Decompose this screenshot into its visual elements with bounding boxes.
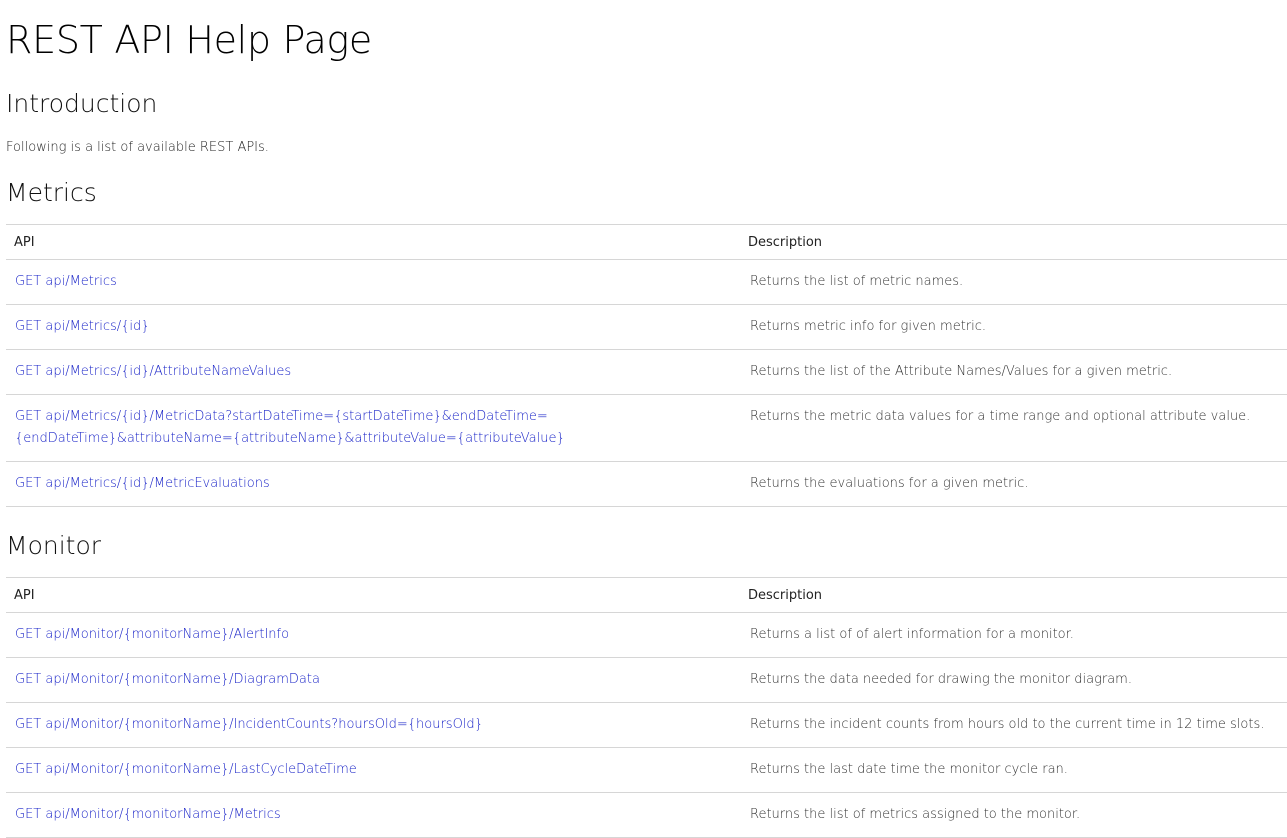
api-link-monitor-alert-info[interactable]: GET api/Monitor/{monitorName}/AlertInfo [15,627,289,642]
table-row: GET api/Monitor/{monitorName}/IncidentCo… [6,702,1287,748]
api-cell: GET api/Metrics/{id}/MetricEvaluations [6,461,748,507]
api-link-metrics-metric-data[interactable]: GET api/Metrics/{id}/MetricData?startDat… [15,409,565,446]
description-cell: Returns metric info for given metric. [748,304,1287,350]
table-header-row: API Description [6,224,1287,260]
description-cell: Returns the metric data values for a tim… [748,394,1287,462]
api-column-header: API [6,577,748,613]
api-link-monitor-last-cycle-date-time[interactable]: GET api/Monitor/{monitorName}/LastCycleD… [15,762,357,777]
api-link-metrics-metric-evaluations[interactable]: GET api/Metrics/{id}/MetricEvaluations [15,476,270,491]
api-cell: GET api/Metrics [6,259,748,305]
api-cell: GET api/Monitor/{monitorName}/Metrics [6,792,748,838]
introduction-heading: Introduction [6,89,158,118]
table-row: GET api/Metrics/{id}/MetricEvaluations R… [6,461,1287,507]
api-link-line-1: GET api/Metrics/{id}/MetricData?startDat… [15,409,548,424]
table-row: GET api/Metrics/{id}/AttributeNameValues… [6,349,1287,395]
api-cell: GET api/Metrics/{id}/MetricData?startDat… [6,394,748,462]
description-cell: Returns the list of the Attribute Names/… [748,349,1287,395]
table-row: GET api/Metrics/{id}/MetricData?startDat… [6,394,1287,462]
api-cell: GET api/Metrics/{id}/AttributeNameValues [6,349,748,395]
table-row: GET api/Monitor/{monitorName}/AlertInfo … [6,612,1287,658]
api-link-metrics-attribute-name-values[interactable]: GET api/Metrics/{id}/AttributeNameValues [15,364,291,379]
api-link-monitor-diagram-data[interactable]: GET api/Monitor/{monitorName}/DiagramDat… [15,672,320,687]
monitor-heading: Monitor [6,531,102,560]
description-column-header: Description [748,577,1287,613]
description-column-header: Description [748,224,1287,260]
description-cell: Returns the last date time the monitor c… [748,747,1287,793]
api-link-metrics[interactable]: GET api/Metrics [15,274,117,289]
table-row: GET api/Monitor/{monitorName}/Metrics Re… [6,792,1287,838]
api-cell: GET api/Metrics/{id} [6,304,748,350]
description-cell: Returns the data needed for drawing the … [748,657,1287,703]
api-link-monitor-metrics[interactable]: GET api/Monitor/{monitorName}/Metrics [15,807,281,822]
table-row: GET api/Monitor/{monitorName}/LastCycleD… [6,747,1287,793]
api-cell: GET api/Monitor/{monitorName}/AlertInfo [6,612,748,658]
page-title: REST API Help Page [6,18,373,62]
table-header-row: API Description [6,577,1287,613]
api-link-line-2: {endDateTime}&attributeName={attributeNa… [15,431,565,446]
table-row: GET api/Metrics/{id} Returns metric info… [6,304,1287,350]
api-cell: GET api/Monitor/{monitorName}/LastCycleD… [6,747,748,793]
metrics-api-table: API Description GET api/Metrics Returns … [6,224,1287,507]
table-row: GET api/Metrics Returns the list of metr… [6,259,1287,305]
api-cell: GET api/Monitor/{monitorName}/IncidentCo… [6,702,748,748]
introduction-text: Following is a list of available REST AP… [6,140,269,155]
description-cell: Returns the evaluations for a given metr… [748,461,1287,507]
description-cell: Returns a list of of alert information f… [748,612,1287,658]
description-cell: Returns the list of metric names. [748,259,1287,305]
api-link-monitor-incident-counts[interactable]: GET api/Monitor/{monitorName}/IncidentCo… [15,717,483,732]
api-link-metrics-id[interactable]: GET api/Metrics/{id} [15,319,150,334]
api-cell: GET api/Monitor/{monitorName}/DiagramDat… [6,657,748,703]
description-cell: Returns the list of metrics assigned to … [748,792,1287,838]
table-row: GET api/Monitor/{monitorName}/DiagramDat… [6,657,1287,703]
api-column-header: API [6,224,748,260]
metrics-heading: Metrics [6,178,97,207]
description-cell: Returns the incident counts from hours o… [748,702,1287,748]
monitor-api-table: API Description GET api/Monitor/{monitor… [6,577,1287,838]
